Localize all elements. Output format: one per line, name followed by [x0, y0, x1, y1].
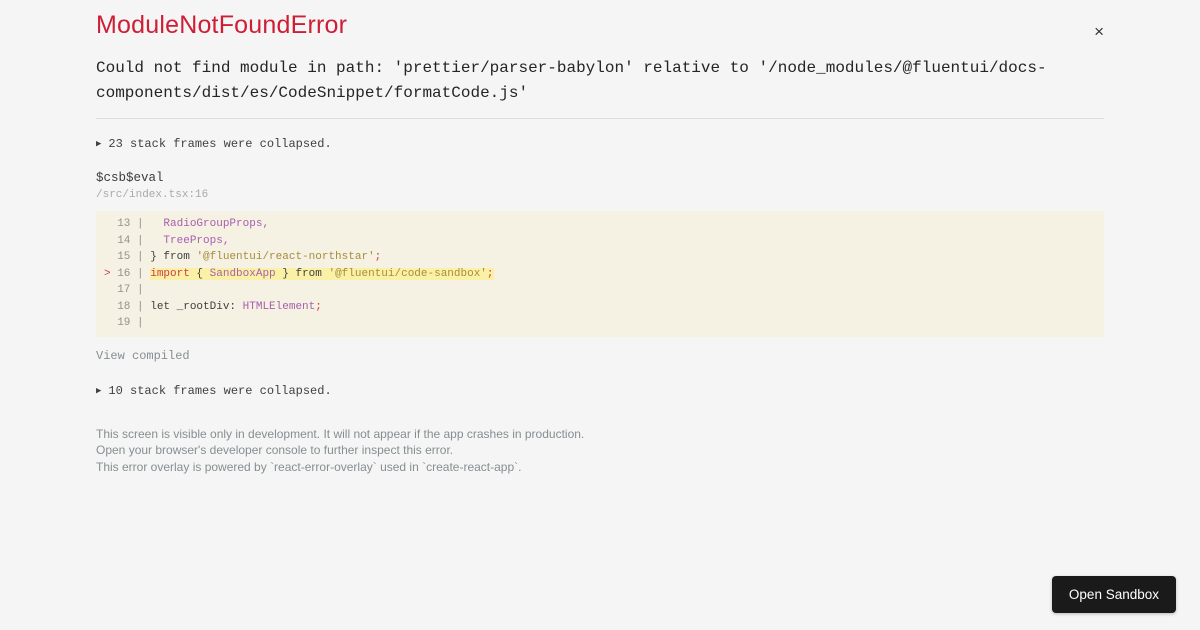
- code-line: 18 | let _rootDiv: HTMLElement;: [104, 299, 1096, 316]
- frame-function: $csb$eval: [96, 171, 164, 185]
- code-line-marker: [104, 301, 111, 313]
- frame-location: /src/index.tsx:16: [96, 189, 209, 201]
- code-line-number: 17 |: [110, 284, 151, 296]
- collapse-arrow-icon: ▶: [96, 139, 102, 149]
- code-line: 14 | TreeProps,: [104, 233, 1096, 250]
- code-frame: 13 | RadioGroupProps, 14 | TreeProps, 15…: [96, 211, 1104, 337]
- footer-notes: This screen is visible only in developme…: [96, 426, 1104, 476]
- code-line-text: import { SandboxApp } from '@fluentui/co…: [150, 267, 494, 280]
- code-line-number: 18 |: [110, 300, 151, 313]
- error-title: ModuleNotFoundError: [96, 11, 348, 39]
- collapse-arrow-icon: ▶: [96, 385, 102, 396]
- close-icon: ×: [1094, 22, 1104, 41]
- view-compiled-link[interactable]: View compiled: [96, 349, 190, 363]
- code-line-marker: [104, 251, 111, 263]
- code-line: 19 |: [104, 315, 1096, 332]
- divider: [96, 118, 1104, 119]
- code-line-text: RadioGroupProps,: [163, 218, 270, 230]
- code-line-number: 14 |: [110, 234, 151, 247]
- header: ModuleNotFoundError ×: [96, 10, 1104, 44]
- stack-collapse-bottom-label: 10 stack frames were collapsed.: [108, 383, 332, 398]
- code-line-text: let _rootDiv: HTMLElement;: [150, 300, 322, 313]
- code-line-number: 13 |: [110, 218, 151, 230]
- code-line-marker: >: [104, 267, 111, 280]
- code-line-marker: [104, 317, 111, 329]
- code-line-number: 15 |: [110, 251, 151, 263]
- code-line-marker: [104, 284, 111, 296]
- code-line-text: TreeProps,: [163, 234, 230, 247]
- stack-collapse-bottom[interactable]: ▶ 10 stack frames were collapsed.: [96, 384, 332, 398]
- code-line: 17 |: [104, 282, 1096, 299]
- error-overlay: ModuleNotFoundError × Could not find mod…: [0, 0, 1200, 630]
- code-line-number: 16 |: [110, 267, 151, 280]
- open-sandbox-button[interactable]: Open Sandbox: [1051, 576, 1176, 613]
- code-line: 15 | } from '@fluentui/react-northstar';: [104, 249, 1096, 266]
- footer-line: Open your browser's developer console to…: [96, 443, 454, 457]
- footer-line: This error overlay is powered by `react-…: [96, 459, 522, 474]
- code-line-marker: [104, 235, 111, 247]
- stack-collapse-top[interactable]: ▶ 23 stack frames were collapsed.: [96, 137, 332, 151]
- code-line-number: 19 |: [110, 317, 151, 329]
- close-button[interactable]: ×: [1090, 19, 1108, 44]
- stack-collapse-top-label: 23 stack frames were collapsed.: [108, 137, 332, 151]
- code-line: > 16 | import { SandboxApp } from '@flue…: [104, 266, 1096, 283]
- code-line-marker: [104, 218, 111, 230]
- error-message: Could not find module in path: 'prettier…: [96, 59, 1047, 102]
- code-line: 13 | RadioGroupProps,: [104, 216, 1096, 233]
- footer-line: This screen is visible only in developme…: [96, 426, 585, 441]
- code-line-text: } from '@fluentui/react-northstar';: [150, 251, 382, 263]
